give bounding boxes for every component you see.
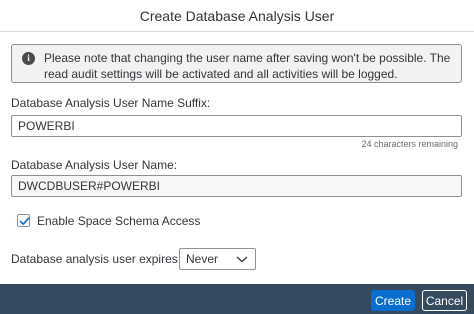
info-message-text: Please note that changing the user name … — [44, 51, 451, 81]
info-message-strip: i Please note that changing the user nam… — [11, 44, 462, 83]
create-database-analysis-user-dialog: Create Database Analysis User i Please n… — [0, 0, 474, 314]
schema-access-checkbox[interactable] — [17, 214, 30, 227]
chevron-down-icon — [236, 256, 248, 263]
create-button[interactable]: Create — [371, 290, 415, 311]
username-value: DWCDBUSER#POWERBI — [18, 179, 161, 193]
suffix-input[interactable]: POWERBI — [11, 115, 462, 137]
dialog-footer: Create Cancel — [0, 284, 474, 314]
cancel-button[interactable]: Cancel — [422, 290, 467, 311]
suffix-label: Database Analysis User Name Suffix: — [11, 96, 211, 110]
dialog-header: Create Database Analysis User — [0, 0, 474, 32]
characters-remaining: 24 characters remaining — [361, 139, 458, 149]
info-icon: i — [22, 52, 35, 65]
dialog-title: Create Database Analysis User — [139, 7, 335, 24]
schema-access-label[interactable]: Enable Space Schema Access — [37, 214, 200, 228]
expires-select[interactable]: Never — [179, 248, 256, 270]
suffix-input-value: POWERBI — [18, 119, 75, 133]
username-field: DWCDBUSER#POWERBI — [11, 175, 462, 197]
checkmark-icon — [19, 217, 30, 225]
username-label: Database Analysis User Name: — [11, 158, 178, 172]
expires-label: Database analysis user expires in — [11, 252, 191, 266]
expires-select-value: Never — [186, 252, 219, 266]
